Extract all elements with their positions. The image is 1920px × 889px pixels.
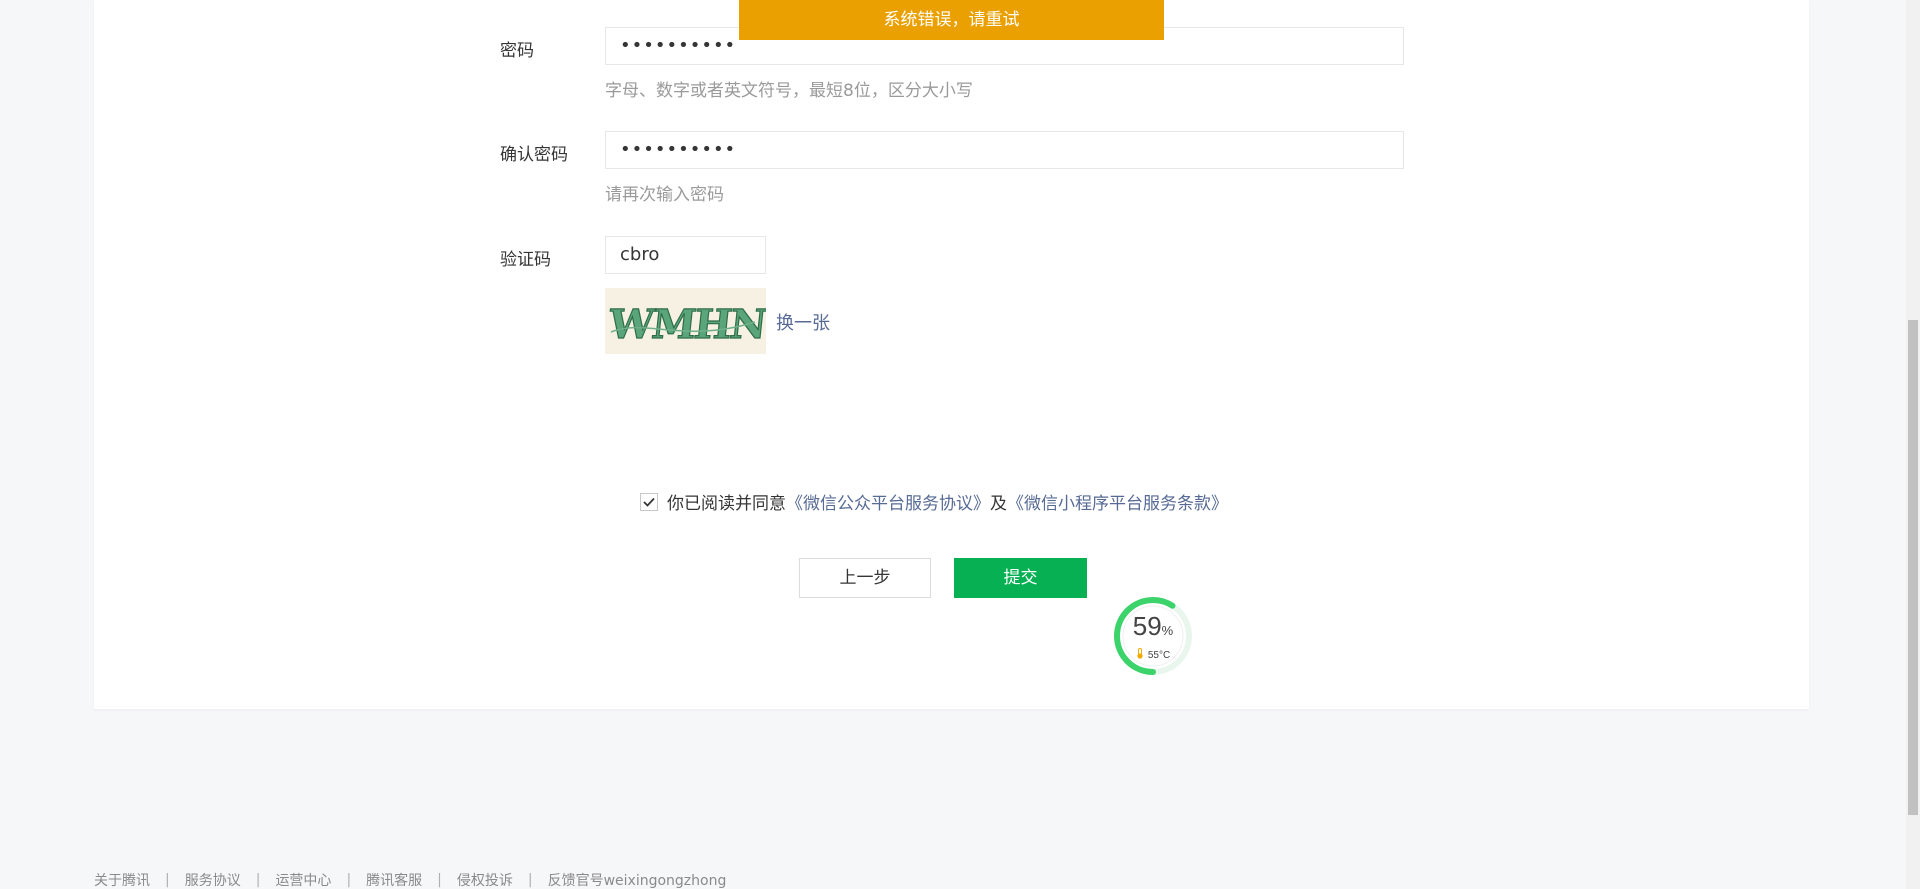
footer-link-operations-center[interactable]: 运营中心 (275, 870, 331, 889)
submit-button[interactable]: 提交 (954, 558, 1087, 598)
captcha-image[interactable]: WMHN (605, 288, 769, 354)
captcha-input[interactable]: cbro (605, 236, 766, 274)
performance-gauge-widget[interactable]: 59% 55°C (1112, 595, 1194, 677)
gauge-percent: 59% (1132, 611, 1174, 641)
captcha-label: 验证码 (500, 250, 551, 270)
footer-separator: | (165, 872, 170, 888)
footer-link-feedback[interactable]: 反馈官号weixingongzhong (548, 870, 727, 889)
confirm-password-hint: 请再次输入密码 (605, 185, 724, 205)
agreement-row: 你已阅读并同意 《微信公众平台服务协议》 及 《微信小程序平台服务条款》 (640, 489, 1228, 514)
thermometer-icon (1137, 648, 1143, 659)
footer-separator: | (437, 872, 442, 888)
footer-separator: | (255, 872, 261, 888)
footer-link-customer-service[interactable]: 腾讯客服 (366, 870, 422, 889)
previous-step-button[interactable]: 上一步 (799, 558, 931, 598)
footer-links: 关于腾讯 | 服务协议 | 运营中心 | 腾讯客服 | 侵权投诉 | 反馈官号w… (94, 870, 726, 889)
captcha-refresh-link[interactable]: 换一张 (776, 309, 830, 335)
miniprogram-terms-link[interactable]: 《微信小程序平台服务条款》 (1007, 489, 1228, 514)
confirm-password-field[interactable]: •••••••••• (605, 131, 1404, 169)
gauge-temperature: 55°C (1112, 648, 1194, 661)
captcha-glyphs: WMHN (605, 301, 769, 349)
registration-card (94, 0, 1809, 709)
confirm-password-label: 确认密码 (500, 145, 568, 165)
captcha-text: WMHN (606, 301, 766, 348)
agreement-checkbox[interactable] (640, 492, 658, 511)
mp-service-agreement-link[interactable]: 《微信公众平台服务协议》 (786, 489, 990, 514)
footer-link-service-agreement[interactable]: 服务协议 (185, 870, 241, 889)
agreement-conjunction: 及 (990, 494, 1007, 514)
footer-separator: | (527, 872, 533, 888)
page: 系统错误，请重试 密码 •••••••••• 字母、数字或者英文符号，最短8位，… (0, 0, 1920, 889)
password-hint: 字母、数字或者英文符号，最短8位，区分大小写 (605, 81, 973, 101)
footer-separator: | (346, 872, 352, 888)
error-toast: 系统错误，请重试 (739, 0, 1164, 40)
footer-link-about[interactable]: 关于腾讯 (94, 870, 150, 889)
check-icon (643, 497, 655, 507)
scrollbar-thumb[interactable] (1908, 320, 1918, 815)
footer-link-infringement[interactable]: 侵权投诉 (457, 870, 513, 889)
password-label: 密码 (500, 41, 534, 61)
scrollbar-track[interactable] (1906, 0, 1920, 889)
agreement-prefix: 你已阅读并同意 (667, 494, 786, 514)
